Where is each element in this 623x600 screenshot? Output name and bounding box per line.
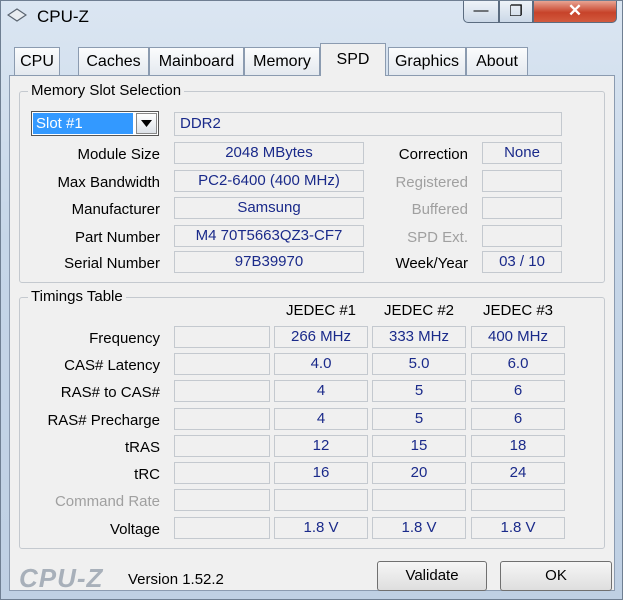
timing-row-label: tRAS bbox=[124, 439, 160, 456]
timing-cell: 24 bbox=[471, 462, 565, 484]
tab-spd[interactable]: SPD bbox=[320, 43, 386, 76]
timing-cell-blank bbox=[174, 435, 270, 457]
timing-cell-blank bbox=[174, 489, 270, 511]
week-year-field: 03 / 10 bbox=[482, 251, 562, 273]
column-header: JEDEC #1 bbox=[285, 302, 357, 319]
timing-cell: 5.0 bbox=[372, 353, 466, 375]
window-title: CPU-Z bbox=[37, 7, 89, 26]
close-button[interactable]: ✕ bbox=[533, 1, 617, 23]
timing-cell: 6 bbox=[471, 408, 565, 430]
week-year-label: Week/Year bbox=[395, 255, 468, 272]
timing-row-label: tRC bbox=[134, 466, 160, 483]
cpuz-window: CPU-Z — ❐ ✕ CPU Caches Mainboard Memory … bbox=[0, 0, 623, 600]
timing-cell: 4.0 bbox=[274, 353, 368, 375]
timing-row-label: Command Rate bbox=[54, 493, 160, 510]
timing-cell: 12 bbox=[274, 435, 368, 457]
timing-cell: 6 bbox=[471, 380, 565, 402]
timing-cell-blank bbox=[174, 517, 270, 539]
timing-cell: 4 bbox=[274, 408, 368, 430]
tab-about[interactable]: About bbox=[466, 47, 528, 75]
timing-cell-blank bbox=[174, 353, 270, 375]
timing-cell: 400 MHz bbox=[471, 326, 565, 348]
serial-number-label: Serial Number bbox=[64, 255, 160, 272]
title-bar[interactable]: CPU-Z — ❐ ✕ bbox=[1, 1, 622, 35]
timing-cell bbox=[372, 489, 466, 511]
tab-memory[interactable]: Memory bbox=[244, 47, 320, 75]
column-header: JEDEC #3 bbox=[482, 302, 554, 319]
memory-slot-group-title: Memory Slot Selection bbox=[28, 82, 185, 99]
maximize-button[interactable]: ❐ bbox=[499, 1, 533, 23]
timing-cell: 16 bbox=[274, 462, 368, 484]
timing-row-label: CAS# Latency bbox=[64, 357, 160, 374]
part-number-label: Part Number bbox=[74, 229, 160, 246]
minimize-icon: — bbox=[473, 2, 489, 19]
timing-cell-blank bbox=[174, 408, 270, 430]
chevron-down-icon bbox=[141, 120, 152, 127]
module-size-label: Module Size bbox=[77, 146, 160, 163]
tab-mainboard[interactable]: Mainboard bbox=[149, 47, 244, 75]
minimize-button[interactable]: — bbox=[463, 1, 499, 23]
timing-cell-blank bbox=[174, 380, 270, 402]
registered-field bbox=[482, 170, 562, 192]
slot-select-dropdown-button[interactable] bbox=[136, 113, 157, 134]
tab-cpu[interactable]: CPU bbox=[14, 47, 60, 75]
timings-table-title: Timings Table bbox=[28, 288, 126, 305]
timing-cell: 6.0 bbox=[471, 353, 565, 375]
timing-cell: 15 bbox=[372, 435, 466, 457]
ok-button[interactable]: OK bbox=[500, 561, 612, 591]
buffered-label: Buffered bbox=[411, 201, 468, 218]
column-header: JEDEC #2 bbox=[383, 302, 455, 319]
timing-cell: 266 MHz bbox=[274, 326, 368, 348]
tab-strip: CPU Caches Mainboard Memory SPD Graphics… bbox=[9, 43, 615, 76]
close-icon: ✕ bbox=[567, 1, 583, 20]
spd-ext-label: SPD Ext. bbox=[407, 229, 468, 246]
validate-button[interactable]: Validate bbox=[377, 561, 487, 591]
version-label: Version 1.52.2 bbox=[128, 571, 224, 588]
tab-caches[interactable]: Caches bbox=[78, 47, 149, 75]
tab-graphics[interactable]: Graphics bbox=[388, 47, 466, 75]
timing-cell bbox=[471, 489, 565, 511]
timing-row-label: RAS# Precharge bbox=[47, 412, 160, 429]
part-number-field: M4 70T5663QZ3-CF7 bbox=[174, 225, 364, 247]
timing-cell: 1.8 V bbox=[274, 517, 368, 539]
timing-row-label: Voltage bbox=[109, 521, 160, 538]
timing-cell: 18 bbox=[471, 435, 565, 457]
maximize-icon: ❐ bbox=[509, 3, 523, 20]
slot-select-value: Slot #1 bbox=[33, 113, 133, 134]
serial-number-field: 97B39970 bbox=[174, 251, 364, 273]
timing-cell: 1.8 V bbox=[471, 517, 565, 539]
manufacturer-field: Samsung bbox=[174, 197, 364, 219]
timing-cell: 1.8 V bbox=[372, 517, 466, 539]
max-bandwidth-field: PC2-6400 (400 MHz) bbox=[174, 170, 364, 192]
cpuz-logo: CPU-Z bbox=[19, 563, 104, 593]
timing-cell: 5 bbox=[372, 408, 466, 430]
timing-cell-blank bbox=[174, 326, 270, 348]
memory-type-field: DDR2 bbox=[174, 112, 562, 136]
timing-cell bbox=[274, 489, 368, 511]
manufacturer-label: Manufacturer bbox=[71, 201, 160, 218]
timing-cell-blank bbox=[174, 462, 270, 484]
correction-field: None bbox=[482, 142, 562, 164]
timing-cell: 333 MHz bbox=[372, 326, 466, 348]
timing-cell: 20 bbox=[372, 462, 466, 484]
timing-cell: 4 bbox=[274, 380, 368, 402]
spd-ext-field bbox=[482, 225, 562, 247]
registered-label: Registered bbox=[395, 174, 468, 191]
cpuz-app-icon bbox=[7, 8, 27, 22]
module-size-field: 2048 MBytes bbox=[174, 142, 364, 164]
slot-select[interactable]: Slot #1 bbox=[31, 111, 159, 136]
timing-row-label: RAS# to CAS# bbox=[60, 384, 160, 401]
timing-row-label: Frequency bbox=[89, 330, 160, 347]
buffered-field bbox=[482, 197, 562, 219]
timing-cell: 5 bbox=[372, 380, 466, 402]
correction-label: Correction bbox=[398, 146, 468, 163]
max-bandwidth-label: Max Bandwidth bbox=[57, 174, 160, 191]
